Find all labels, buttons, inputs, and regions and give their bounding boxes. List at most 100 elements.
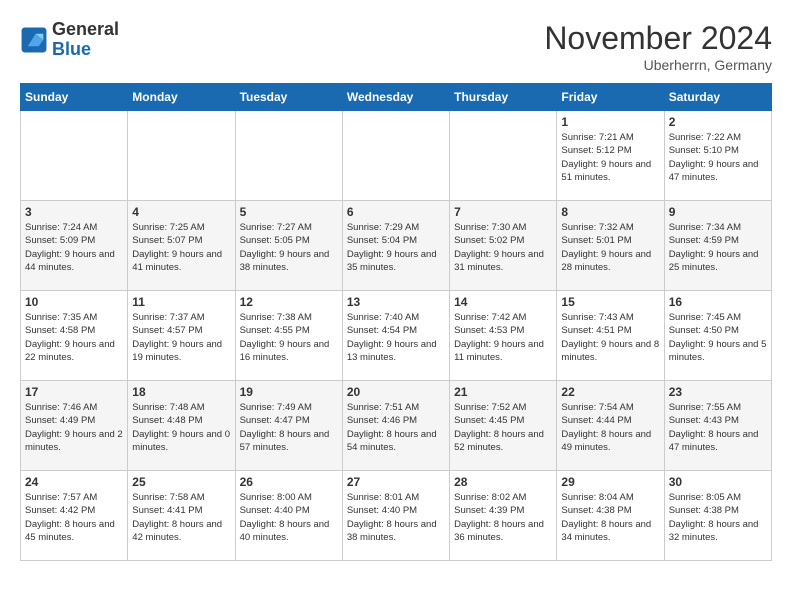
day-number: 6 xyxy=(347,205,445,219)
calendar-cell: 19Sunrise: 7:49 AM Sunset: 4:47 PM Dayli… xyxy=(235,381,342,471)
calendar-cell: 2 Sunrise: 7:22 AM Sunset: 5:10 PM Daylig… xyxy=(664,111,771,201)
calendar-cell: 5 Sunrise: 7:27 AM Sunset: 5:05 PM Daylig… xyxy=(235,201,342,291)
calendar-cell xyxy=(235,111,342,201)
day-info: Sunrise: 7:49 AM Sunset: 4:47 PM Dayligh… xyxy=(240,401,338,454)
calendar-cell: 21 Sunrise: 7:52 AM Sunset: 4:45 PM Dayli… xyxy=(450,381,557,471)
day-info: Sunrise: 7:24 AM Sunset: 5:09 PM Dayligh… xyxy=(25,221,123,274)
day-number: 30 xyxy=(669,475,767,489)
weekday-header-monday: Monday xyxy=(128,84,235,111)
calendar-cell: 4 Sunrise: 7:25 AM Sunset: 5:07 PM Daylig… xyxy=(128,201,235,291)
day-info: Sunrise: 7:42 AM Sunset: 4:53 PM Dayligh… xyxy=(454,311,552,364)
day-info: Sunrise: 7:55 AM Sunset: 4:43 PM Dayligh… xyxy=(669,401,767,454)
day-info: Sunrise: 7:54 AM Sunset: 4:44 PM Dayligh… xyxy=(561,401,659,454)
day-number: 15 xyxy=(561,295,659,309)
day-number: 12 xyxy=(240,295,338,309)
calendar-cell: 17 Sunrise: 7:46 AM Sunset: 4:49 PM Dayli… xyxy=(21,381,128,471)
day-info: Sunrise: 7:25 AM Sunset: 5:07 PM Dayligh… xyxy=(132,221,230,274)
logo-icon xyxy=(20,26,48,54)
calendar-cell: 7 Sunrise: 7:30 AM Sunset: 5:02 PM Daylig… xyxy=(450,201,557,291)
calendar-cell: 3 Sunrise: 7:24 AM Sunset: 5:09 PM Daylig… xyxy=(21,201,128,291)
calendar-cell: 28 Sunrise: 8:02 AM Sunset: 4:39 PM Dayli… xyxy=(450,471,557,561)
day-info: Sunrise: 7:29 AM Sunset: 5:04 PM Dayligh… xyxy=(347,221,445,274)
day-info: Sunrise: 8:01 AM Sunset: 4:40 PM Dayligh… xyxy=(347,491,445,544)
day-number: 2 xyxy=(669,115,767,129)
day-number: 9 xyxy=(669,205,767,219)
day-number: 29 xyxy=(561,475,659,489)
calendar-cell: 22 Sunrise: 7:54 AM Sunset: 4:44 PM Dayli… xyxy=(557,381,664,471)
calendar-cell: 6 Sunrise: 7:29 AM Sunset: 5:04 PM Daylig… xyxy=(342,201,449,291)
day-number: 5 xyxy=(240,205,338,219)
day-number: 17 xyxy=(25,385,123,399)
day-info: Sunrise: 7:46 AM Sunset: 4:49 PM Dayligh… xyxy=(25,401,123,454)
calendar-cell xyxy=(342,111,449,201)
day-info: Sunrise: 7:48 AM Sunset: 4:48 PM Dayligh… xyxy=(132,401,230,454)
calendar-cell: 18 Sunrise: 7:48 AM Sunset: 4:48 PM Dayli… xyxy=(128,381,235,471)
weekday-header-saturday: Saturday xyxy=(664,84,771,111)
page-header: General Blue November 2024 Uberherrn, Ge… xyxy=(20,20,772,73)
calendar-cell: 29 Sunrise: 8:04 AM Sunset: 4:38 PM Dayli… xyxy=(557,471,664,561)
day-number: 18 xyxy=(132,385,230,399)
day-info: Sunrise: 7:43 AM Sunset: 4:51 PM Dayligh… xyxy=(561,311,659,364)
calendar-cell: 13 Sunrise: 7:40 AM Sunset: 4:54 PM Dayli… xyxy=(342,291,449,381)
day-info: Sunrise: 7:35 AM Sunset: 4:58 PM Dayligh… xyxy=(25,311,123,364)
day-number: 23 xyxy=(669,385,767,399)
day-number: 20 xyxy=(347,385,445,399)
day-number: 27 xyxy=(347,475,445,489)
calendar-cell: 30Sunrise: 8:05 AM Sunset: 4:38 PM Dayli… xyxy=(664,471,771,561)
calendar-cell: 14 Sunrise: 7:42 AM Sunset: 4:53 PM Dayli… xyxy=(450,291,557,381)
calendar-table: SundayMondayTuesdayWednesdayThursdayFrid… xyxy=(20,83,772,561)
calendar-cell: 16Sunrise: 7:45 AM Sunset: 4:50 PM Dayli… xyxy=(664,291,771,381)
day-number: 4 xyxy=(132,205,230,219)
calendar-cell: 25 Sunrise: 7:58 AM Sunset: 4:41 PM Dayli… xyxy=(128,471,235,561)
day-number: 28 xyxy=(454,475,552,489)
weekday-header-thursday: Thursday xyxy=(450,84,557,111)
day-info: Sunrise: 7:51 AM Sunset: 4:46 PM Dayligh… xyxy=(347,401,445,454)
day-info: Sunrise: 7:37 AM Sunset: 4:57 PM Dayligh… xyxy=(132,311,230,364)
day-info: Sunrise: 7:40 AM Sunset: 4:54 PM Dayligh… xyxy=(347,311,445,364)
day-info: Sunrise: 7:27 AM Sunset: 5:05 PM Dayligh… xyxy=(240,221,338,274)
calendar-cell: 11Sunrise: 7:37 AM Sunset: 4:57 PM Dayli… xyxy=(128,291,235,381)
day-number: 24 xyxy=(25,475,123,489)
calendar-cell: 24Sunrise: 7:57 AM Sunset: 4:42 PM Dayli… xyxy=(21,471,128,561)
day-number: 3 xyxy=(25,205,123,219)
day-info: Sunrise: 7:34 AM Sunset: 4:59 PM Dayligh… xyxy=(669,221,767,274)
day-info: Sunrise: 8:00 AM Sunset: 4:40 PM Dayligh… xyxy=(240,491,338,544)
weekday-header-sunday: Sunday xyxy=(21,84,128,111)
calendar-cell xyxy=(128,111,235,201)
calendar-cell: 9 Sunrise: 7:34 AM Sunset: 4:59 PM Daylig… xyxy=(664,201,771,291)
weekday-header-tuesday: Tuesday xyxy=(235,84,342,111)
day-info: Sunrise: 8:04 AM Sunset: 4:38 PM Dayligh… xyxy=(561,491,659,544)
day-number: 13 xyxy=(347,295,445,309)
day-number: 22 xyxy=(561,385,659,399)
day-number: 1 xyxy=(561,115,659,129)
location-subtitle: Uberherrn, Germany xyxy=(544,57,772,73)
month-title: November 2024 xyxy=(544,20,772,57)
weekday-header-friday: Friday xyxy=(557,84,664,111)
day-number: 8 xyxy=(561,205,659,219)
logo-text: General Blue xyxy=(52,20,119,60)
calendar-cell: 10 Sunrise: 7:35 AM Sunset: 4:58 PM Dayli… xyxy=(21,291,128,381)
day-info: Sunrise: 7:38 AM Sunset: 4:55 PM Dayligh… xyxy=(240,311,338,364)
calendar-cell xyxy=(21,111,128,201)
day-number: 7 xyxy=(454,205,552,219)
calendar-cell: 20 Sunrise: 7:51 AM Sunset: 4:46 PM Dayli… xyxy=(342,381,449,471)
calendar-cell: 23 Sunrise: 7:55 AM Sunset: 4:43 PM Dayli… xyxy=(664,381,771,471)
day-number: 10 xyxy=(25,295,123,309)
day-number: 14 xyxy=(454,295,552,309)
logo-line2: Blue xyxy=(52,40,119,60)
calendar-cell xyxy=(450,111,557,201)
day-info: Sunrise: 7:30 AM Sunset: 5:02 PM Dayligh… xyxy=(454,221,552,274)
logo: General Blue xyxy=(20,20,119,60)
day-info: Sunrise: 7:21 AM Sunset: 5:12 PM Dayligh… xyxy=(561,131,659,184)
day-info: Sunrise: 7:58 AM Sunset: 4:41 PM Dayligh… xyxy=(132,491,230,544)
day-info: Sunrise: 7:52 AM Sunset: 4:45 PM Dayligh… xyxy=(454,401,552,454)
calendar-cell: 12 Sunrise: 7:38 AM Sunset: 4:55 PM Dayli… xyxy=(235,291,342,381)
day-info: Sunrise: 8:02 AM Sunset: 4:39 PM Dayligh… xyxy=(454,491,552,544)
calendar-cell: 15 Sunrise: 7:43 AM Sunset: 4:51 PM Dayli… xyxy=(557,291,664,381)
day-info: Sunrise: 7:22 AM Sunset: 5:10 PM Dayligh… xyxy=(669,131,767,184)
calendar-cell: 1 Sunrise: 7:21 AM Sunset: 5:12 PM Daylig… xyxy=(557,111,664,201)
day-number: 21 xyxy=(454,385,552,399)
day-number: 25 xyxy=(132,475,230,489)
calendar-cell: 8Sunrise: 7:32 AM Sunset: 5:01 PM Daylig… xyxy=(557,201,664,291)
day-number: 16 xyxy=(669,295,767,309)
